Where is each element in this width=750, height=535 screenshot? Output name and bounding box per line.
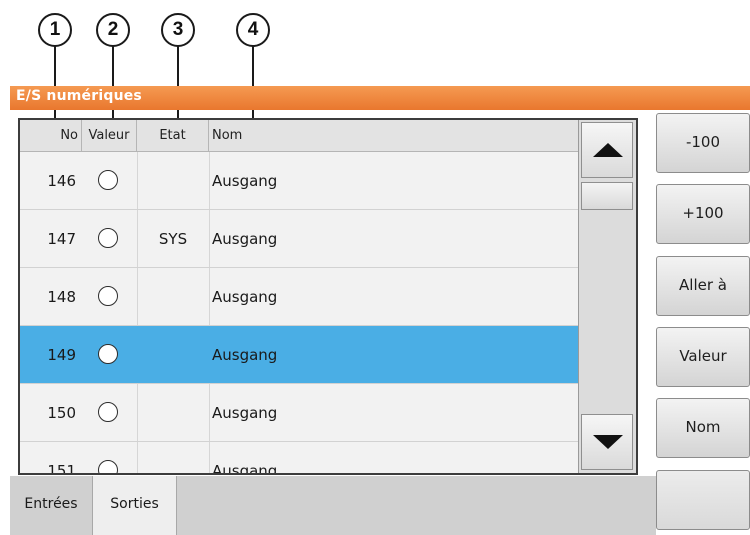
row-value <box>82 442 137 473</box>
row-number: 147 <box>47 230 76 248</box>
row-state <box>137 268 209 326</box>
row-number: 150 <box>47 404 76 422</box>
column-divider <box>209 384 210 441</box>
row-number: 151 <box>47 462 76 475</box>
column-divider <box>137 384 138 441</box>
column-divider <box>137 268 138 325</box>
callout-circle-3 <box>161 13 195 47</box>
column-divider <box>209 268 210 325</box>
callout-circle-1 <box>38 13 72 47</box>
output-state-radio-icon[interactable] <box>98 228 118 248</box>
minus-100-button[interactable]: -100 <box>656 113 750 173</box>
column-header-nom[interactable]: Nom <box>209 120 578 151</box>
row-number: 146 <box>47 172 76 190</box>
table-row[interactable]: 150 Ausgang <box>20 384 578 442</box>
callout-number-2: 2 <box>107 19 119 40</box>
value-button[interactable]: Valeur <box>656 327 750 387</box>
row-name: Ausgang <box>212 288 278 306</box>
table-row[interactable]: 148 Ausgang <box>20 268 578 326</box>
empty-softkey-button[interactable] <box>656 470 750 530</box>
table-row[interactable]: 151 Ausgang <box>20 442 578 475</box>
go-to-button[interactable]: Aller à <box>656 256 750 316</box>
row-state <box>137 326 209 384</box>
output-state-radio-icon[interactable] <box>98 402 118 422</box>
window-title: E/S numériques <box>16 88 142 104</box>
row-number: 149 <box>47 346 76 364</box>
row-name: Ausgang <box>212 172 278 190</box>
row-state: SYS <box>158 230 188 248</box>
row-value <box>82 326 137 384</box>
output-state-radio-icon[interactable] <box>98 170 118 190</box>
column-divider <box>137 152 138 209</box>
triangle-up-icon <box>593 143 623 157</box>
column-divider <box>209 152 210 209</box>
row-value <box>82 210 137 268</box>
plus-100-button[interactable]: +100 <box>656 184 750 244</box>
column-divider <box>209 442 210 473</box>
row-value <box>82 152 137 210</box>
tab-entrees[interactable]: Entrées <box>10 476 92 535</box>
row-number: 148 <box>47 288 76 306</box>
row-name: Ausgang <box>212 462 278 475</box>
output-state-radio-icon[interactable] <box>98 286 118 306</box>
io-table: No Valeur Etat Nom 146 Ausgang 147 SYS A… <box>18 118 638 475</box>
scroll-thumb[interactable] <box>581 182 633 210</box>
tab-sorties[interactable]: Sorties <box>92 476 177 535</box>
table-body: 146 Ausgang 147 SYS Ausgang 148 Ausgang … <box>20 152 578 475</box>
row-state <box>137 442 209 473</box>
row-value <box>82 384 137 442</box>
row-state <box>137 384 209 442</box>
output-state-radio-icon[interactable] <box>98 344 118 364</box>
output-state-radio-icon[interactable] <box>98 460 118 473</box>
table-row[interactable]: 147 SYS Ausgang <box>20 210 578 268</box>
column-divider <box>137 210 138 267</box>
triangle-down-icon <box>593 435 623 449</box>
callout-number-1: 1 <box>49 19 61 40</box>
row-value <box>82 268 137 326</box>
column-divider <box>209 210 210 267</box>
table-row[interactable]: 146 Ausgang <box>20 152 578 210</box>
table-header: No Valeur Etat Nom <box>20 120 578 152</box>
callout-circle-4 <box>236 13 270 47</box>
row-name: Ausgang <box>212 404 278 422</box>
table-row-selected[interactable]: 149 Ausgang <box>20 326 578 384</box>
callout-number-3: 3 <box>172 19 184 40</box>
column-header-no[interactable]: No <box>20 120 82 151</box>
column-divider <box>137 442 138 473</box>
name-button[interactable]: Nom <box>656 398 750 458</box>
scroll-up-button[interactable] <box>581 122 633 178</box>
callout-circle-2 <box>96 13 130 47</box>
window-title-bar: E/S numériques <box>10 86 750 110</box>
tab-bar: Entrées Sorties <box>10 476 656 535</box>
callout-number-4: 4 <box>247 19 259 40</box>
scroll-down-button[interactable] <box>581 414 633 470</box>
column-header-valeur[interactable]: Valeur <box>82 120 137 151</box>
row-state <box>137 152 209 210</box>
row-name: Ausgang <box>212 230 278 248</box>
column-header-etat[interactable]: Etat <box>137 120 209 151</box>
row-name: Ausgang <box>212 346 278 364</box>
vertical-scrollbar[interactable] <box>578 120 636 473</box>
